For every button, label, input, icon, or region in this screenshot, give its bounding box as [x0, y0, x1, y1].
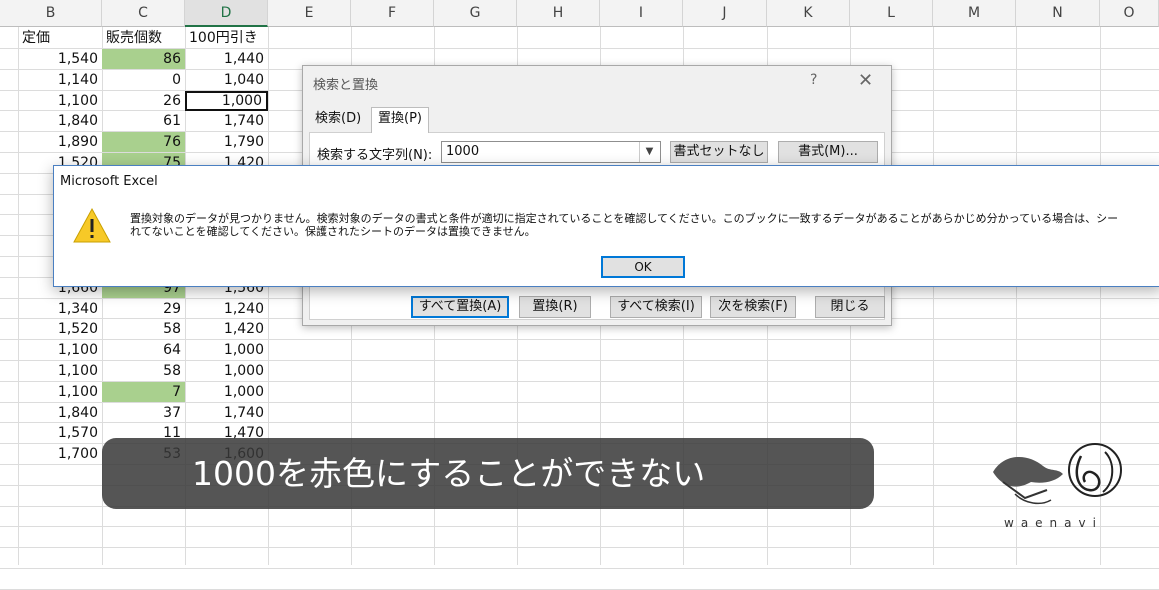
column-header-G[interactable]: G — [434, 0, 517, 27]
cell-discount-price[interactable]: 1,000 — [185, 340, 268, 360]
column-header-K[interactable]: K — [767, 0, 850, 27]
column-header-F[interactable]: F — [351, 0, 434, 27]
cell-sales-count[interactable]: 7 — [102, 381, 185, 402]
column-header-C[interactable]: C — [102, 0, 185, 27]
tab-replace[interactable]: 置換(P) — [371, 107, 429, 133]
help-icon[interactable]: ? — [810, 72, 817, 88]
message-box-body: 置換対象のデータが見つかりません。検索対象のデータの書式と条件が適切に指定されて… — [54, 196, 1159, 286]
tab-search[interactable]: 検索(D) — [309, 108, 367, 132]
column-header-O[interactable]: O — [1100, 0, 1159, 27]
grid-line-horizontal — [0, 547, 1159, 549]
find-what-label: 検索する文字列(N): — [317, 148, 433, 163]
cell-sales-count[interactable]: 26 — [102, 91, 185, 111]
cell-price[interactable]: 1,520 — [18, 319, 102, 339]
logo-text: waenavi — [1004, 516, 1103, 530]
header-cell-discount[interactable]: 100円引き — [185, 28, 268, 48]
grid-line-horizontal — [0, 568, 1159, 569]
cell-discount-price[interactable]: 1,790 — [185, 132, 268, 152]
find-next-button[interactable]: 次を検索(F) — [710, 296, 796, 318]
find-what-input[interactable]: 1000 — [441, 141, 661, 163]
replace-all-button[interactable]: すべて置換(A) — [411, 296, 509, 318]
cell-sales-count[interactable]: 58 — [102, 361, 185, 381]
cell-sales-count[interactable]: 61 — [102, 111, 185, 131]
warning-icon — [73, 207, 111, 243]
cell-price[interactable]: 1,340 — [18, 299, 102, 319]
column-header-I[interactable]: I — [600, 0, 683, 27]
format-button[interactable]: 書式(M)... — [778, 141, 878, 163]
header-cell-sales-count[interactable]: 販売個数 — [102, 28, 185, 48]
cell-sales-count[interactable]: 58 — [102, 319, 185, 339]
cell-price[interactable]: 1,890 — [18, 132, 102, 152]
cell-sales-count[interactable]: 86 — [102, 49, 185, 69]
column-header-M[interactable]: M — [933, 0, 1016, 27]
cell-discount-price[interactable]: 1,000 — [185, 90, 268, 111]
cell-discount-price[interactable]: 1,420 — [185, 319, 268, 339]
message-box-title: Microsoft Excel — [60, 174, 158, 189]
message-line-1: 置換対象のデータが見つかりません。検索対象のデータの書式と条件が適切に指定されて… — [130, 212, 1119, 225]
cell-price[interactable]: 1,840 — [18, 111, 102, 131]
cell-price[interactable]: 1,100 — [18, 340, 102, 360]
column-header-B[interactable]: B — [0, 0, 102, 27]
find-all-button[interactable]: すべて検索(I) — [610, 296, 702, 318]
cell-sales-count[interactable]: 37 — [102, 403, 185, 423]
cell-price[interactable]: 1,700 — [18, 444, 102, 464]
cell-price[interactable]: 1,840 — [18, 403, 102, 423]
chevron-down-icon[interactable]: ▼ — [639, 142, 659, 162]
cell-sales-count[interactable]: 0 — [102, 70, 185, 90]
excel-message-box[interactable]: Microsoft Excel 置換対象のデータが見つかりません。検索対象のデー… — [53, 165, 1159, 287]
cell-discount-price[interactable]: 1,440 — [185, 49, 268, 69]
column-header-L[interactable]: L — [850, 0, 933, 27]
column-header-J[interactable]: J — [683, 0, 767, 27]
message-line-2: れてないことを確認してください。保護されたシートのデータは置換できません。 — [130, 225, 536, 238]
no-format-button[interactable]: 書式セットなし — [670, 141, 768, 163]
cell-price[interactable]: 1,100 — [18, 382, 102, 402]
cell-discount-price[interactable]: 1,040 — [185, 70, 268, 90]
cell-discount-price[interactable]: 1,740 — [185, 111, 268, 131]
column-header-H[interactable]: H — [517, 0, 600, 27]
header-cell-price[interactable]: 定価 — [18, 28, 102, 48]
replace-button[interactable]: 置換(R) — [519, 296, 591, 318]
cell-discount-price[interactable]: 1,000 — [185, 382, 268, 402]
close-dialog-button[interactable]: 閉じる — [815, 296, 885, 318]
cell-price[interactable]: 1,140 — [18, 70, 102, 90]
cell-sales-count[interactable]: 76 — [102, 132, 185, 153]
column-header-E[interactable]: E — [268, 0, 351, 27]
cell-price[interactable]: 1,570 — [18, 423, 102, 443]
message-text: 置換対象のデータが見つかりません。検索対象のデータの書式と条件が適切に指定されて… — [130, 212, 1118, 238]
cell-sales-count[interactable]: 64 — [102, 340, 185, 360]
cell-discount-price[interactable]: 1,740 — [185, 403, 268, 423]
ok-button[interactable]: OK — [601, 256, 685, 278]
cell-discount-price[interactable]: 1,000 — [185, 361, 268, 381]
column-header-N[interactable]: N — [1016, 0, 1100, 27]
find-replace-title: 検索と置換 — [313, 78, 379, 93]
cell-discount-price[interactable]: 1,240 — [185, 299, 268, 319]
cell-price[interactable]: 1,100 — [18, 361, 102, 381]
cell-price[interactable]: 1,540 — [18, 49, 102, 69]
close-icon[interactable]: ✕ — [858, 70, 873, 91]
video-caption: 1000を赤色にすることができない — [102, 438, 874, 509]
cell-sales-count[interactable]: 29 — [102, 299, 185, 319]
cell-price[interactable]: 1,100 — [18, 91, 102, 111]
column-header-D[interactable]: D — [185, 0, 268, 27]
